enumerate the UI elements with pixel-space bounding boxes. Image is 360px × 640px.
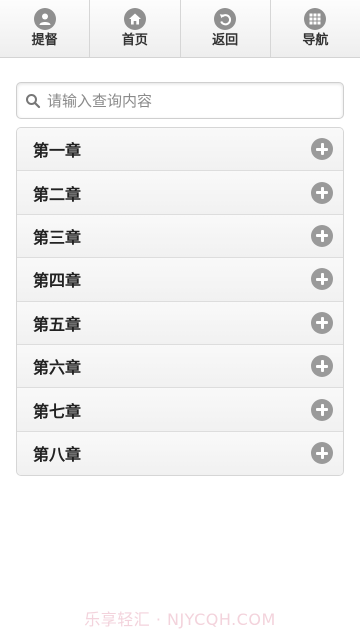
chapter-label: 第八章 (33, 445, 82, 465)
plus-icon[interactable] (311, 138, 333, 161)
list-item[interactable]: 第五章 (17, 301, 343, 345)
list-item[interactable]: 第三章 (17, 214, 343, 259)
chapter-list: 第一章 第二章 第三章 第四章 第五章 第六章 第七章 第八章 (16, 127, 344, 477)
list-item[interactable]: 第七章 (17, 388, 343, 432)
chapter-label: 第六章 (33, 358, 82, 378)
plus-icon[interactable] (311, 181, 333, 204)
watermark: 乐享轻汇 · NJYCQH.COM (84, 610, 276, 629)
chapter-label: 第七章 (33, 401, 82, 421)
user-icon (33, 8, 56, 30)
back-icon (214, 8, 237, 30)
plus-icon[interactable] (311, 398, 333, 421)
nav-label: 导航 (302, 33, 329, 48)
nav-item-back[interactable]: 返回 (181, 0, 271, 57)
list-item[interactable]: 第一章 (17, 128, 343, 172)
nav-label: 提督 (31, 33, 58, 48)
chapter-label: 第四章 (33, 271, 82, 291)
list-item[interactable]: 第四章 (17, 258, 343, 302)
plus-icon[interactable] (311, 224, 333, 247)
search-input[interactable] (47, 85, 327, 116)
nav-item-admiral[interactable]: 提督 (0, 0, 91, 57)
chapter-label: 第三章 (33, 227, 82, 247)
plus-icon[interactable] (311, 311, 333, 334)
search-box (16, 82, 344, 119)
nav-item-navigation[interactable]: 导航 (271, 0, 360, 57)
nav-label: 返回 (212, 33, 239, 48)
plus-icon[interactable] (311, 268, 333, 291)
home-icon (123, 8, 146, 30)
list-item[interactable]: 第二章 (17, 171, 343, 215)
plus-icon[interactable] (311, 442, 333, 465)
list-item[interactable]: 第六章 (17, 344, 343, 389)
chapter-label: 第五章 (33, 314, 82, 334)
chapter-label: 第一章 (33, 141, 82, 161)
grid-icon (304, 8, 327, 30)
nav-item-home[interactable]: 首页 (90, 0, 181, 57)
nav-label: 首页 (121, 33, 148, 48)
list-item[interactable]: 第八章 (17, 431, 343, 476)
chapter-label: 第二章 (33, 184, 82, 204)
page: 提督 首页 返回 导航 请输入查询内容 第一章 第二章 第三章 第四章 第五章 … (0, 0, 360, 640)
plus-icon[interactable] (311, 355, 333, 378)
top-navbar: 提督 首页 返回 导航 (0, 0, 360, 58)
search-icon (26, 93, 41, 108)
